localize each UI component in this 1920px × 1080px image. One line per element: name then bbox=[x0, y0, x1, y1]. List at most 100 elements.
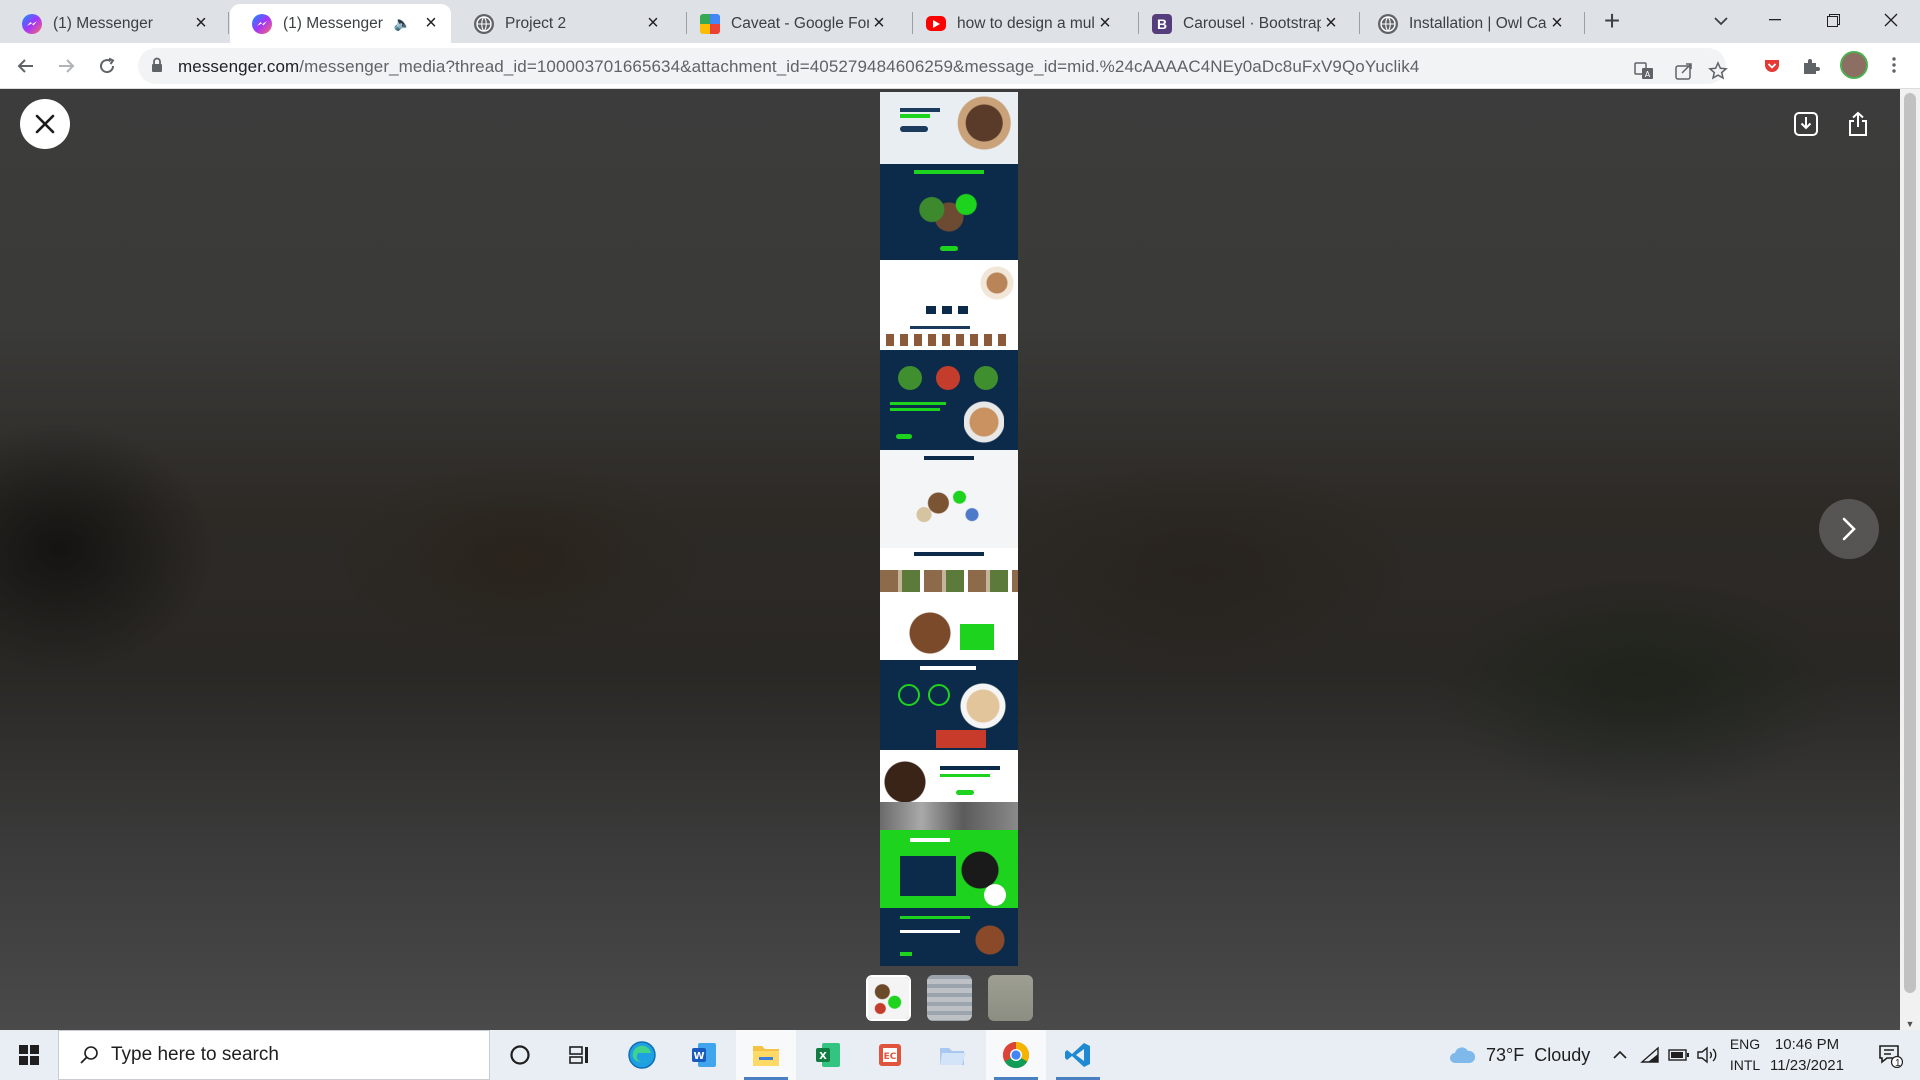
tab-title: Installation | Owl Caro bbox=[1409, 14, 1547, 32]
arrow-right-icon bbox=[59, 59, 75, 73]
task-view-icon bbox=[569, 1046, 588, 1064]
bookmark-star-button[interactable] bbox=[1704, 57, 1732, 85]
close-tab-icon[interactable]: × bbox=[869, 12, 889, 34]
tab-title: Caveat - Google Fonts bbox=[731, 14, 869, 32]
more-vert-icon bbox=[1892, 57, 1896, 73]
close-window-button[interactable] bbox=[1862, 0, 1920, 40]
close-tab-icon[interactable]: × bbox=[1095, 12, 1115, 34]
close-tab-icon[interactable]: × bbox=[1547, 12, 1567, 34]
svg-text:X: X bbox=[819, 1051, 827, 1062]
share-page-button[interactable] bbox=[1670, 57, 1698, 85]
google-fonts-icon bbox=[700, 13, 720, 34]
svg-text:A: A bbox=[1645, 70, 1651, 79]
media-lucky-pups-section bbox=[880, 750, 1018, 830]
speaker-icon bbox=[1697, 1046, 1717, 1064]
media-footer-section bbox=[880, 908, 1018, 966]
taskbar-search-box[interactable]: Type here to search bbox=[58, 1030, 490, 1080]
battery-button[interactable] bbox=[1668, 1030, 1690, 1080]
vscode-icon bbox=[1065, 1043, 1090, 1067]
close-tab-icon[interactable]: × bbox=[643, 12, 663, 34]
scrollbar-thumb[interactable] bbox=[1904, 93, 1916, 993]
minimize-button[interactable] bbox=[1746, 0, 1804, 40]
download-button[interactable] bbox=[1788, 106, 1824, 142]
close-tab-icon[interactable]: × bbox=[1321, 12, 1341, 34]
start-button[interactable] bbox=[0, 1030, 58, 1080]
address-bar[interactable]: messenger.com/messenger_media?thread_id=… bbox=[138, 48, 1728, 85]
task-view-button[interactable] bbox=[550, 1030, 610, 1080]
tab-title: (1) Messenger bbox=[53, 14, 153, 32]
url-host: messenger.com bbox=[178, 57, 300, 76]
edge-button[interactable] bbox=[612, 1030, 672, 1080]
restore-icon bbox=[1826, 13, 1840, 27]
vscode-button[interactable] bbox=[1048, 1030, 1108, 1080]
input-language-indicator[interactable]: ENG INTL bbox=[1725, 1034, 1765, 1076]
chevron-down-icon bbox=[1714, 17, 1728, 26]
tab-youtube[interactable]: how to design a multi × bbox=[904, 4, 1125, 43]
share-media-button[interactable] bbox=[1840, 106, 1876, 142]
action-center-button[interactable]: 1 bbox=[1865, 1030, 1915, 1080]
url-path: /messenger_media?thread_id=1000037016656… bbox=[299, 57, 1420, 76]
new-tab-button[interactable]: + bbox=[1597, 5, 1627, 36]
back-button[interactable] bbox=[10, 50, 42, 82]
tab-project-2[interactable]: Project 2 × bbox=[452, 4, 673, 43]
folder-app-button[interactable] bbox=[922, 1030, 982, 1080]
tab-owl-carousel[interactable]: Installation | Owl Caro × bbox=[1356, 4, 1577, 43]
speaker-icon[interactable]: 🔈 bbox=[394, 15, 411, 32]
weather-condition: Cloudy bbox=[1534, 1044, 1591, 1065]
weather-temp: 73°F bbox=[1486, 1044, 1525, 1065]
office-icon: EC bbox=[879, 1044, 901, 1066]
media-thumbnail-3[interactable] bbox=[988, 975, 1033, 1021]
close-tab-icon[interactable]: × bbox=[421, 12, 441, 34]
page-scrollbar[interactable]: ▲ ▼ bbox=[1900, 89, 1920, 1030]
search-icon bbox=[80, 1046, 98, 1064]
file-explorer-button[interactable] bbox=[736, 1030, 796, 1080]
tab-title: (1) Messenger bbox=[283, 14, 383, 32]
tab-search-button[interactable] bbox=[1706, 6, 1736, 36]
media-thumbnail-1[interactable] bbox=[866, 975, 911, 1021]
lock-icon[interactable] bbox=[151, 57, 163, 73]
globe-icon bbox=[1378, 13, 1398, 34]
tab-title: how to design a multi bbox=[957, 14, 1095, 32]
reload-button[interactable] bbox=[91, 50, 123, 82]
excel-button[interactable]: X bbox=[798, 1030, 858, 1080]
close-viewer-button[interactable] bbox=[20, 99, 70, 149]
next-media-button[interactable] bbox=[1819, 499, 1879, 559]
messenger-icon bbox=[252, 13, 272, 34]
media-cta-section bbox=[880, 830, 1018, 908]
word-button[interactable]: W bbox=[674, 1030, 734, 1080]
star-icon bbox=[1708, 61, 1728, 80]
windows-taskbar: Type here to search W X EC 73°F Cloudy E… bbox=[0, 1030, 1920, 1080]
tab-caveat-google-fonts[interactable]: Caveat - Google Fonts × bbox=[678, 4, 899, 43]
globe-icon bbox=[474, 13, 494, 34]
puzzle-icon bbox=[1804, 59, 1820, 74]
network-button[interactable] bbox=[1640, 1030, 1660, 1080]
media-tailored-section bbox=[880, 660, 1018, 750]
media-hero-section bbox=[880, 92, 1018, 164]
chrome-menu-button[interactable] bbox=[1880, 51, 1908, 79]
weather-widget[interactable]: 73°F Cloudy bbox=[1448, 1030, 1590, 1080]
media-thumbnail-2[interactable] bbox=[927, 975, 972, 1021]
show-hidden-icons-button[interactable] bbox=[1612, 1030, 1628, 1080]
tab-bootstrap-carousel[interactable]: B Carousel · Bootstrap × bbox=[1130, 4, 1351, 43]
chevron-up-icon bbox=[1613, 1050, 1627, 1059]
tab-messenger-2[interactable]: (1) Messenger 🔈 × bbox=[230, 4, 451, 43]
extensions-button[interactable] bbox=[1797, 52, 1825, 80]
extension-pocket-button[interactable] bbox=[1758, 52, 1786, 80]
taskbar-clock[interactable]: 10:46 PM 11/23/2021 bbox=[1762, 1034, 1852, 1076]
media-dog-box-section bbox=[880, 604, 1018, 660]
restore-button[interactable] bbox=[1804, 0, 1862, 40]
forward-button[interactable] bbox=[50, 50, 82, 82]
office-app-button[interactable]: EC bbox=[860, 1030, 920, 1080]
battery-icon bbox=[1668, 1049, 1689, 1061]
scroll-down-icon[interactable]: ▼ bbox=[1905, 1020, 1915, 1029]
url-text[interactable]: messenger.com/messenger_media?thread_id=… bbox=[178, 57, 1419, 77]
cortana-button[interactable] bbox=[490, 1030, 550, 1080]
media-promo-section bbox=[880, 164, 1018, 260]
translate-button[interactable]: A bbox=[1630, 57, 1658, 85]
volume-button[interactable] bbox=[1696, 1030, 1718, 1080]
tab-title: Carousel · Bootstrap bbox=[1183, 14, 1321, 32]
tab-messenger-1[interactable]: (1) Messenger × bbox=[0, 4, 221, 43]
close-tab-icon[interactable]: × bbox=[191, 12, 211, 34]
chrome-button[interactable] bbox=[986, 1030, 1046, 1080]
profile-avatar[interactable] bbox=[1840, 51, 1868, 79]
